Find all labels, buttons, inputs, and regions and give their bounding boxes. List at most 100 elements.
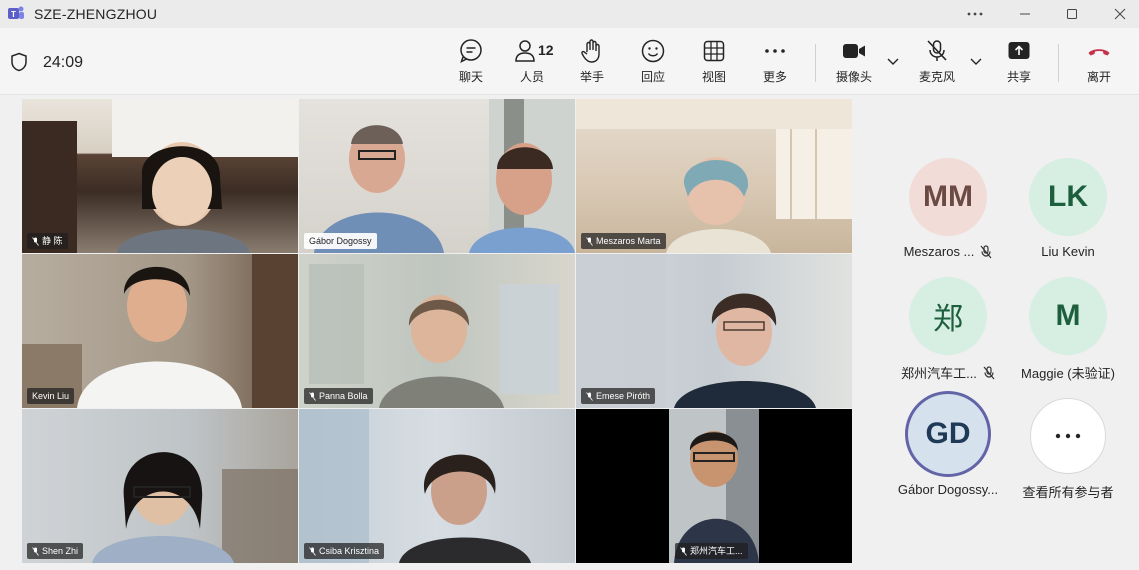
avatar: M [1029,277,1107,355]
view-button[interactable]: 视图 [686,38,742,90]
people-icon [515,40,535,62]
raise-hand-label: 举手 [579,70,604,84]
participant-name-tag: Panna Bolla [304,388,373,404]
toolbar-separator [1058,44,1059,82]
participant-name: 郑州汽车工... [901,366,977,381]
view-all-label: 查看所有参与者 [1022,485,1114,500]
participant-name: Shen Zhi [42,546,79,556]
mic-label: 麦克风 [918,70,955,84]
share-screen-icon [1008,42,1030,59]
react-label: 回应 [640,70,665,84]
participant-name: 静 陈 [42,236,63,246]
leave-label: 离开 [1086,70,1111,84]
mic-off-icon [309,391,316,401]
mic-options-chevron-icon[interactable] [969,56,983,66]
video-camera-icon [843,44,865,58]
more-label: 更多 [762,70,787,84]
react-button[interactable]: 回应 [625,38,681,90]
leave-button[interactable]: 离开 [1071,38,1127,90]
video-tile[interactable]: Meszaros Marta [576,99,852,253]
toolbar-separator [815,44,816,82]
roster-participant[interactable]: 郑 郑州汽车工... [886,277,1010,389]
svg-text:T: T [11,10,16,19]
participant-video [22,99,298,253]
camera-button[interactable]: 摄像头 [826,38,882,90]
roster-participant[interactable]: M Maggie (未验证) [1006,277,1130,389]
participant-video [299,409,531,563]
window-title: SZE-ZHENGZHOU [34,6,158,22]
more-button[interactable]: 更多 [747,38,803,90]
participant-name: Meszaros ... [903,244,975,259]
participant-video [576,254,816,408]
participant-name-tag: Emese Piróth [581,388,656,404]
window-more-button[interactable] [951,0,999,28]
participant-name: Gábor Dogossy... [897,482,999,497]
participant-video [92,452,298,563]
participant-name: Maggie (未验证) [1021,366,1115,381]
avatar: GD [908,394,988,474]
video-tile[interactable]: Panna Bolla [299,254,575,408]
ellipsis-icon [1055,433,1081,439]
video-tile[interactable]: 郑州汽车工... [576,409,852,563]
people-count: 12 [538,42,554,58]
mic-off-icon [32,546,39,556]
camera-options-chevron-icon[interactable] [886,56,900,66]
participant-name: Meszaros Marta [596,236,661,246]
mic-off-icon [983,365,995,379]
more-icon [765,49,785,53]
share-button[interactable]: 共享 [991,38,1047,90]
minimize-button[interactable] [1001,0,1049,28]
roster-participant[interactable]: MM Meszaros ... [886,158,1010,270]
close-icon [1114,8,1126,20]
chat-button[interactable]: 聊天 [443,38,499,90]
people-label: 人员 [519,70,544,84]
mic-off-icon [586,391,593,401]
video-tile[interactable]: Csiba Krisztina [299,409,575,563]
chat-icon [460,39,482,63]
video-tile[interactable]: Shen Zhi [22,409,298,563]
hang-up-icon [1088,49,1110,56]
participant-name-tag: Gábor Dogossy [304,233,377,249]
teams-logo-icon: T [8,6,24,19]
mic-off-icon [309,546,316,556]
participant-name: Gábor Dogossy [309,236,372,246]
close-button[interactable] [1096,0,1139,28]
roster-participant[interactable]: GD Gábor Dogossy... [886,394,1010,506]
participant-name: Csiba Krisztina [319,546,380,556]
mic-off-icon [586,236,593,246]
smiley-icon [641,39,665,63]
participant-name: Liu Kevin [1041,244,1095,259]
meeting-timer: 24:09 [43,54,84,71]
roster-participant[interactable]: LK Liu Kevin [1006,158,1130,270]
minimize-icon [1020,13,1030,15]
participant-video [309,264,559,408]
meeting-toolbar: 24:09 聊天 12 人员 举手 回应 视图 更多 摄像头 麦克风 共享 离开 [0,28,1139,95]
participant-name: Emese Piróth [596,391,651,401]
avatar: 郑 [909,277,987,355]
video-tile[interactable]: Gábor Dogossy [299,99,575,253]
avatar: LK [1029,158,1107,236]
participant-name-tag: 静 陈 [27,233,68,249]
participant-name: 郑州汽车工... [690,546,743,556]
raise-hand-button[interactable]: 举手 [564,38,620,90]
chat-label: 聊天 [458,70,483,84]
video-tile[interactable]: 静 陈 [22,99,298,253]
maximize-button[interactable] [1048,0,1096,28]
participant-name-tag: 郑州汽车工... [675,543,748,559]
ellipsis-icon [967,12,983,16]
participant-video [576,99,852,253]
maximize-icon [1067,9,1077,19]
participant-video [22,254,298,408]
mic-off-icon [32,236,39,246]
view-label: 视图 [701,70,726,84]
participant-video [314,99,575,253]
video-tile[interactable]: Kevin Liu [22,254,298,408]
mic-button[interactable]: 麦克风 [909,38,965,90]
video-tile[interactable]: Emese Piróth [576,254,852,408]
participant-name: Kevin Liu [32,391,70,401]
participant-video [669,409,759,563]
grid-icon [703,40,725,62]
people-button[interactable]: 12 人员 [504,38,560,90]
camera-label: 摄像头 [835,70,872,84]
view-all-participants-button[interactable]: 查看所有参与者 [1006,398,1130,510]
